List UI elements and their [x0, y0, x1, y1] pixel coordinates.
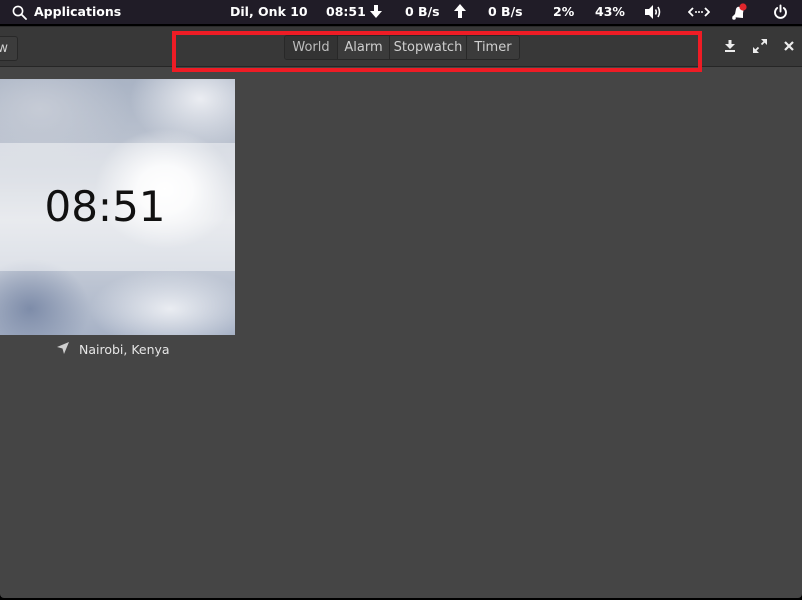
new-button[interactable]: w [0, 36, 18, 61]
cpu-indicator[interactable]: 2% [553, 0, 574, 24]
search-icon [12, 5, 27, 20]
upload-rate: 0 B/s [488, 4, 523, 19]
datetime-indicator[interactable]: Dil, Onk 10 08:51 [230, 0, 366, 24]
unmaximize-button[interactable] [722, 38, 738, 54]
tab-stopwatch[interactable]: Stopwatch [390, 36, 467, 59]
date-label: Dil, Onk 10 [230, 4, 308, 19]
tab-timer[interactable]: Timer [467, 36, 519, 59]
arrow-down-icon [369, 5, 383, 19]
tab-world[interactable]: World [285, 36, 338, 59]
top-panel: Applications Dil, Onk 10 08:51 0 B/s 0 B… [0, 0, 802, 24]
location-arrow-icon [56, 341, 79, 358]
time-label: 08:51 [326, 4, 366, 19]
clock-time: 08:51 [44, 182, 166, 231]
world-clock-card[interactable]: 08:51 [0, 79, 235, 335]
tab-alarm[interactable]: Alarm [338, 36, 390, 59]
new-button-label: w [0, 41, 8, 56]
power-icon[interactable] [773, 4, 788, 20]
headerbar: w World Alarm Stopwatch Timer [0, 26, 802, 67]
close-button[interactable] [781, 38, 797, 54]
arrow-up-icon [453, 4, 467, 18]
download-icon [722, 38, 738, 54]
memory-indicator[interactable]: 43% [595, 0, 625, 24]
location-label: Nairobi, Kenya [79, 341, 170, 357]
close-icon [781, 38, 797, 54]
fullscreen-icon [752, 38, 768, 54]
clocks-window: w World Alarm Stopwatch Timer 08:51 Nair… [0, 26, 802, 598]
network-wired-icon[interactable] [688, 5, 710, 19]
applications-label: Applications [34, 4, 122, 19]
download-rate: 0 B/s [405, 4, 440, 19]
notification-bell-icon[interactable] [730, 3, 748, 21]
view-switcher: World Alarm Stopwatch Timer [284, 35, 520, 60]
volume-icon[interactable] [644, 4, 664, 20]
clock-location: Nairobi, Kenya [56, 341, 170, 357]
fullscreen-button[interactable] [752, 38, 768, 54]
